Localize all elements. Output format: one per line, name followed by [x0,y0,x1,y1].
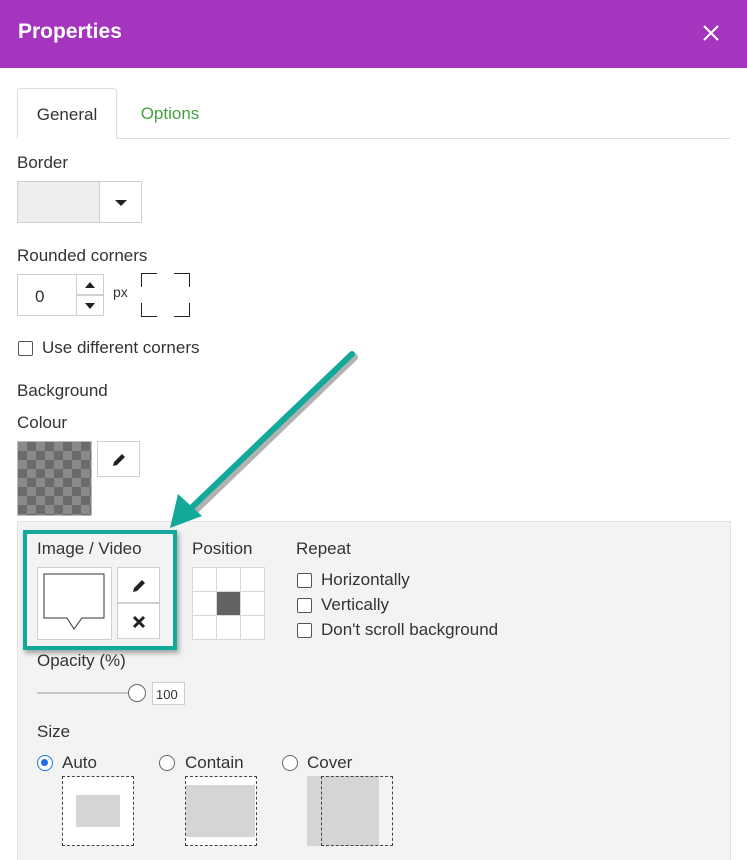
annotation-arrow-icon [170,351,358,528]
